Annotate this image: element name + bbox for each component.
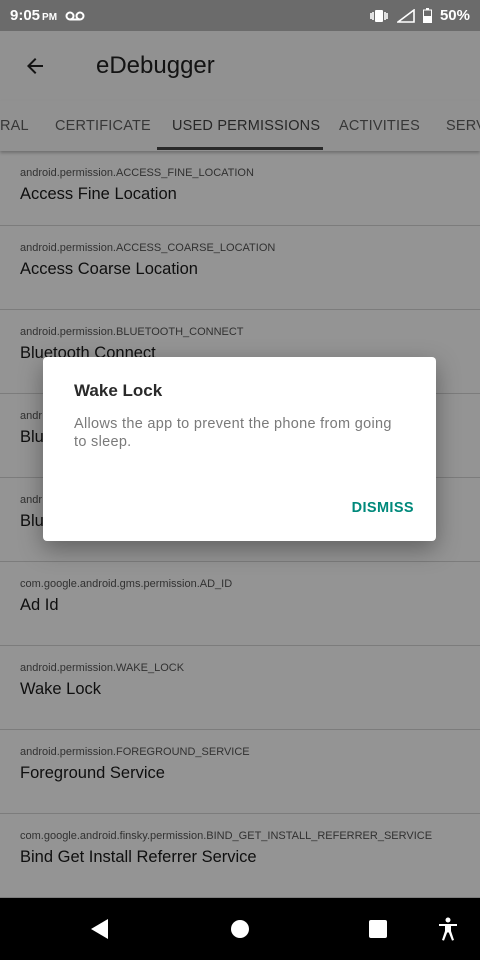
status-left: 9:05 PM	[10, 7, 85, 24]
dismiss-button[interactable]: DISMISS	[352, 500, 414, 516]
dialog-title: Wake Lock	[74, 381, 163, 400]
voicemail-icon	[65, 11, 85, 20]
triangle-back-icon	[91, 919, 108, 939]
status-time: 9:05 PM	[10, 7, 58, 24]
vibrate-icon	[370, 9, 388, 22]
circle-home-icon	[231, 920, 249, 938]
nav-home-button[interactable]	[210, 898, 270, 960]
square-recents-icon	[369, 920, 387, 938]
nav-recents-button[interactable]	[348, 898, 408, 960]
battery-percent: 50%	[439, 7, 470, 24]
status-right: 50%	[369, 7, 470, 24]
accessibility-icon	[439, 917, 457, 941]
dialog-message: Allows the app to prevent the phone from…	[74, 416, 392, 450]
status-bar: 9:05 PM 50%	[0, 0, 480, 31]
signal-icon	[396, 8, 415, 23]
navigation-bar	[0, 898, 480, 960]
permission-dialog: Wake Lock Allows the app to prevent the …	[43, 357, 436, 541]
accessibility-button[interactable]	[418, 898, 478, 960]
battery-icon	[422, 8, 432, 23]
nav-back-button[interactable]	[70, 898, 130, 960]
